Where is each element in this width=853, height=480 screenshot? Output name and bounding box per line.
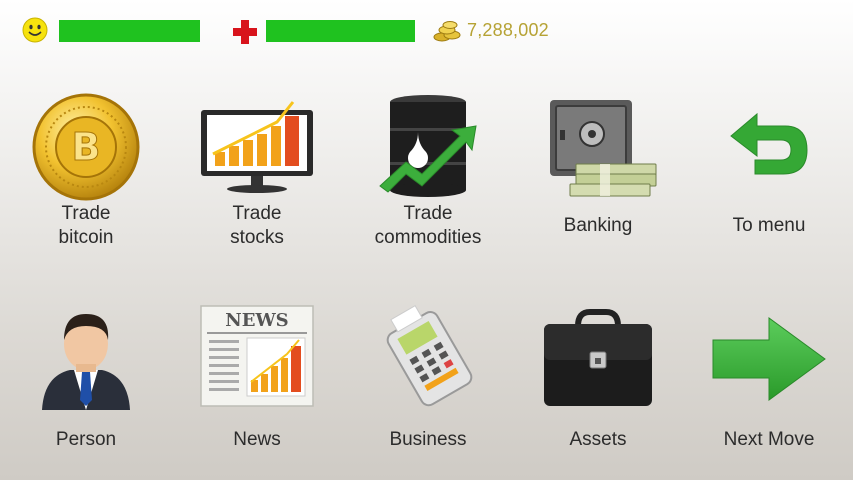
bitcoin-icon: B bbox=[32, 93, 140, 201]
back-arrow-icon bbox=[730, 112, 808, 175]
news-label: News bbox=[233, 429, 281, 450]
health-cross-icon bbox=[233, 20, 257, 44]
coins-icon bbox=[433, 21, 461, 42]
trade-stocks-label: Trade stocks bbox=[230, 203, 284, 248]
newspaper-icon: NEWS bbox=[200, 305, 314, 407]
smiley-icon bbox=[22, 17, 48, 43]
trade-bitcoin-label: Trade bitcoin bbox=[58, 203, 114, 248]
happiness-bar bbox=[59, 20, 200, 42]
news-button[interactable]: NEWS News bbox=[187, 300, 327, 460]
svg-text:B: B bbox=[72, 125, 101, 169]
trade-stocks-button[interactable]: Trade stocks bbox=[187, 90, 327, 255]
happiness-bar-fill bbox=[59, 20, 200, 42]
businessman-icon bbox=[42, 314, 130, 410]
safe-money-icon bbox=[550, 100, 657, 197]
money-amount: 7,288,002 bbox=[467, 20, 549, 40]
to-menu-button[interactable]: To menu bbox=[699, 90, 839, 255]
briefcase-icon bbox=[544, 309, 652, 406]
banking-button[interactable]: Banking bbox=[528, 90, 668, 255]
next-move-label: Next Move bbox=[723, 429, 815, 450]
to-menu-label: To menu bbox=[732, 215, 806, 236]
trade-commodities-button[interactable]: Trade commodities bbox=[358, 90, 498, 255]
health-bar-fill bbox=[266, 20, 415, 42]
banking-label: Banking bbox=[563, 215, 633, 236]
trade-commodities-label: Trade commodities bbox=[374, 203, 482, 248]
next-move-button[interactable]: Next Move bbox=[699, 300, 839, 460]
next-arrow-icon bbox=[712, 317, 826, 401]
person-button[interactable]: Person bbox=[16, 300, 156, 460]
status-bar: 7,288,002 bbox=[0, 0, 853, 62]
stock-monitor-icon bbox=[201, 101, 313, 193]
svg-text:NEWS: NEWS bbox=[225, 310, 288, 331]
person-label: Person bbox=[55, 429, 117, 450]
health-bar bbox=[266, 20, 415, 42]
assets-button[interactable]: Assets bbox=[528, 300, 668, 460]
assets-label: Assets bbox=[569, 429, 627, 450]
oil-barrel-icon bbox=[379, 95, 477, 197]
business-label: Business bbox=[389, 429, 467, 450]
business-button[interactable]: Business bbox=[358, 300, 498, 460]
trade-bitcoin-button[interactable]: B Trade bitcoin bbox=[16, 90, 156, 255]
card-terminal-icon bbox=[386, 305, 473, 407]
